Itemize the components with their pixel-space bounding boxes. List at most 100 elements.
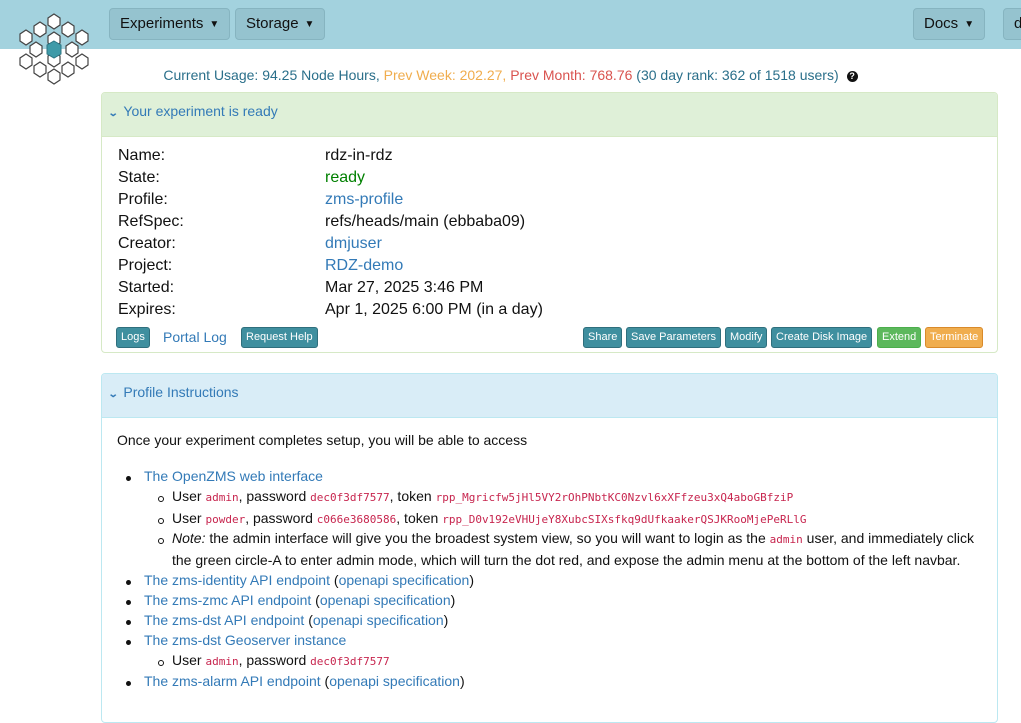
request-help-button[interactable]: Request Help: [241, 327, 318, 348]
circle-bullet-icon: [158, 660, 164, 666]
password-word: , password: [245, 510, 313, 526]
alarm-openapi-link[interactable]: openapi specification: [329, 673, 460, 689]
close-paren: ): [469, 572, 474, 588]
list-item: The zms-dst Geoserver instance: [144, 632, 346, 648]
logs-button[interactable]: Logs: [116, 327, 150, 348]
list-item: The zms-alarm API endpoint (openapi spec…: [144, 673, 465, 689]
experiments-dropdown[interactable]: Experiments ▼: [109, 8, 231, 40]
list-item: Note: the admin interface will give you …: [172, 530, 974, 546]
profile-instructions-panel: ⌄ Profile Instructions Once your experime…: [101, 373, 998, 723]
bullet-icon: [126, 476, 131, 481]
geoserver-link[interactable]: The zms-dst Geoserver instance: [144, 632, 346, 648]
admin-username: admin: [205, 491, 239, 504]
zmc-endpoint-link[interactable]: The zms-zmc API endpoint: [144, 592, 311, 608]
list-item: The zms-zmc API endpoint (openapi specif…: [144, 592, 455, 608]
share-button[interactable]: Share: [583, 327, 623, 348]
user-dropdown[interactable]: d: [1003, 8, 1021, 40]
creator-label: Creator:: [118, 235, 176, 252]
creator-row: Creator: dmjuser: [118, 233, 382, 255]
password-word: , password: [238, 652, 307, 668]
expires-label: Expires:: [118, 301, 176, 318]
bullet-icon: [126, 600, 131, 605]
bullet-icon: [126, 620, 131, 625]
list-item: User admin, password dec0f3df7577, token…: [172, 488, 793, 504]
user-word: User: [172, 488, 202, 504]
instructions-intro: Once your experiment completes setup, yo…: [117, 432, 528, 448]
bullet-icon: [126, 681, 131, 686]
note-text-2: user, and immediately click: [802, 530, 974, 546]
open-paren: (: [320, 673, 330, 689]
list-item: The zms-dst API endpoint (openapi specif…: [144, 612, 448, 628]
instructions-panel-header[interactable]: ⌄ Profile Instructions: [102, 374, 997, 418]
expires-row: Expires: Apr 1, 2025 6:00 PM (in a day): [118, 299, 543, 321]
project-row: Project: RDZ-demo: [118, 255, 403, 277]
powder-username: powder: [205, 513, 246, 526]
experiment-panel-header[interactable]: ⌄ Your experiment is ready: [102, 93, 997, 137]
geoserver-password: dec0f3df7577: [310, 655, 390, 668]
creator-link[interactable]: dmjuser: [325, 233, 382, 255]
dst-openapi-link[interactable]: openapi specification: [313, 612, 444, 628]
caret-down-icon: ▼: [304, 19, 315, 30]
name-value: rdz-in-rdz: [325, 147, 393, 164]
zmc-openapi-link[interactable]: openapi specification: [320, 592, 451, 608]
bullet-icon: [126, 640, 131, 645]
note-continuation: the green circle-A to enter admin mode, …: [172, 552, 961, 568]
open-paren: (: [311, 592, 320, 608]
list-item: User powder, password c066e3680586, toke…: [172, 510, 806, 526]
dst-endpoint-link[interactable]: The zms-dst API endpoint: [144, 612, 304, 628]
name-label: Name:: [118, 147, 166, 164]
state-value: ready: [325, 169, 366, 186]
powder-password: c066e3680586: [316, 513, 397, 526]
identity-openapi-link[interactable]: openapi specification: [339, 572, 470, 588]
identity-endpoint-link[interactable]: The zms-identity API endpoint: [144, 572, 330, 588]
close-paren: ): [450, 592, 456, 608]
note-admin: admin: [769, 533, 803, 546]
experiment-action-bar: Logs Portal Log Request Help Share Save …: [116, 327, 985, 348]
terminate-button[interactable]: Terminate: [925, 327, 984, 348]
state-label: State:: [118, 169, 160, 186]
token-word: , token: [396, 510, 439, 526]
chevron-down-icon: ⌄: [107, 108, 119, 119]
token-word: , token: [389, 488, 432, 504]
state-row: State: ready: [118, 167, 365, 189]
docs-dropdown[interactable]: Docs ▼: [913, 8, 986, 40]
extend-button[interactable]: Extend: [877, 327, 922, 348]
started-value: Mar 27, 2025 3:46 PM: [325, 279, 484, 296]
save-parameters-button[interactable]: Save Parameters: [626, 327, 721, 348]
experiment-status-panel: ⌄ Your experiment is ready Name: rdz-in-r…: [101, 92, 998, 353]
admin-token: rpp_Mgricfw5jHl5VY2rOhPNbtKC0Nzvl6xXFfze…: [435, 491, 794, 504]
password-word: , password: [238, 488, 307, 504]
profile-link[interactable]: zms-profile: [325, 189, 403, 211]
experiments-label: Experiments: [120, 15, 204, 32]
bullet-icon: [126, 580, 131, 585]
storage-dropdown[interactable]: Storage ▼: [235, 8, 326, 40]
project-label: Project:: [118, 257, 173, 274]
user-word: User: [172, 652, 202, 668]
storage-label: Storage: [246, 15, 299, 32]
alarm-endpoint-link[interactable]: The zms-alarm API endpoint: [144, 673, 321, 689]
experiment-panel-title: Your experiment is ready: [123, 103, 278, 119]
note-label: Note:: [172, 530, 206, 546]
project-link[interactable]: RDZ-demo: [325, 255, 403, 277]
refspec-value: refs/heads/main (ebbaba09): [325, 213, 526, 230]
circle-bullet-icon: [158, 538, 164, 544]
portal-log-link[interactable]: Portal Log: [163, 327, 227, 347]
profile-label: Profile:: [118, 191, 168, 208]
admin-password: dec0f3df7577: [310, 491, 390, 504]
current-usage: Current Usage: 94.25 Node Hours,: [163, 67, 380, 83]
help-question-icon[interactable]: ?: [846, 71, 858, 82]
user-label: d: [1014, 15, 1021, 32]
openzms-web-link[interactable]: The OpenZMS web interface: [144, 468, 323, 484]
open-paren: (: [304, 612, 313, 628]
profile-row: Profile: zms-profile: [118, 189, 403, 211]
create-disk-image-button[interactable]: Create Disk Image: [771, 327, 873, 348]
powder-token: rpp_D0v192eVHUjeY8XubcSIXsfkq9dUfkaakerQ…: [442, 513, 807, 526]
started-row: Started: Mar 27, 2025 3:46 PM: [118, 277, 483, 299]
modify-button[interactable]: Modify: [725, 327, 768, 348]
chevron-down-icon: ⌄: [107, 389, 119, 400]
open-paren: (: [330, 572, 339, 588]
caret-down-icon: ▼: [964, 19, 975, 30]
circle-bullet-icon: [158, 518, 164, 524]
list-item: The zms-identity API endpoint (openapi s…: [144, 572, 474, 588]
prev-month-usage: Prev Month: 768.76: [510, 67, 633, 83]
